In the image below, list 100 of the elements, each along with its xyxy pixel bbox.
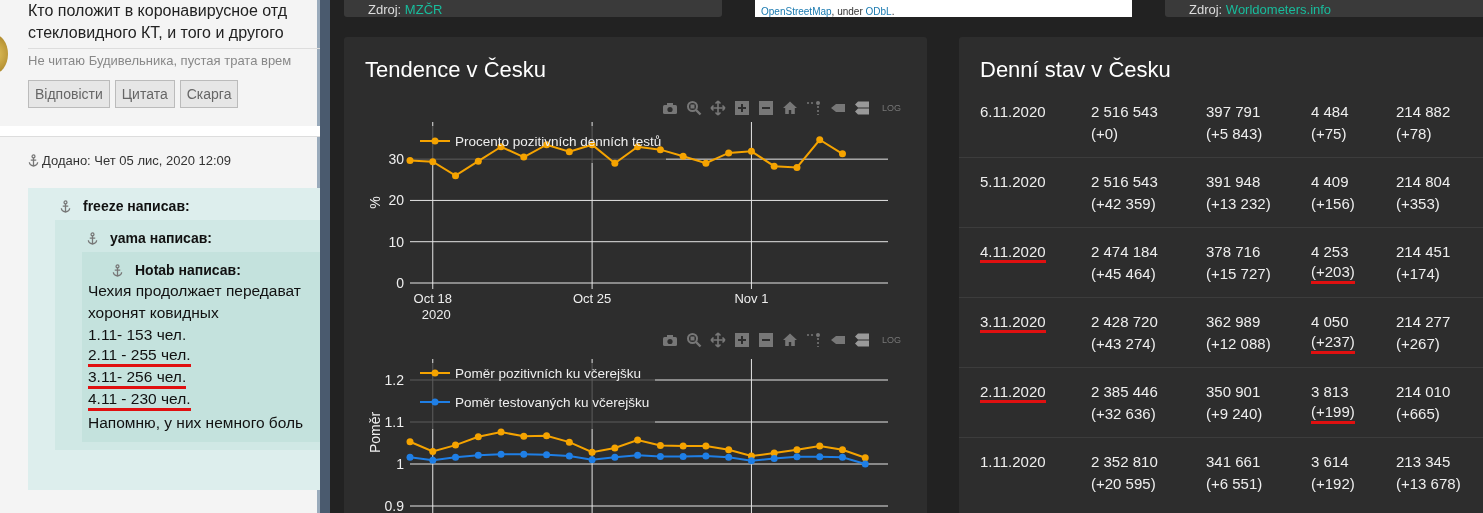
x-tick-label: 2020 [421,307,451,322]
data-point [520,432,528,440]
log-toggle[interactable]: LOG [882,335,901,345]
source-label: Zdroj: [1189,2,1223,17]
quote-author: freeze написав: [83,198,190,214]
quote-author: yama написав: [110,230,212,246]
post-action-button[interactable]: Цитата [114,80,175,108]
anchor-icon [87,231,98,245]
attribution-text: , under [831,6,864,17]
count-change: (+203) [1311,263,1355,284]
legend-swatch [419,369,451,377]
count-change: (+32 636) [1091,404,1156,424]
y-tick-label: 20 [388,192,404,209]
quote-line: Напомню, у них немного боль [88,413,304,433]
x-tick-label: Oct 18 [413,291,452,306]
post-date: Додано: Чет 05 лис, 2020 12:09 [42,153,232,168]
data-point [679,442,687,450]
data-point [725,149,733,157]
count-value: 2 516 543 [1091,102,1158,122]
move-icon[interactable] [710,100,726,116]
data-point [747,147,755,155]
quote-line: Чехия продолжает передават [88,281,301,301]
minus-icon[interactable] [758,332,774,348]
source-link[interactable]: MZČR [404,2,443,17]
data-point [497,428,505,436]
signature: Не читаю Будивельника, пустая трата врем [28,48,320,68]
count-change: (+13 232) [1206,194,1271,214]
count-value: 3 614 [1311,452,1349,472]
date-cell: 2.11.2020 [980,383,1046,403]
count-change: (+199) [1311,403,1355,424]
source-link[interactable]: Worldometers.info [1225,2,1332,17]
count-change: (+353) [1396,194,1440,214]
log-toggle[interactable]: LOG [882,103,901,113]
anchor-icon [28,154,39,167]
count-value: 3 813 [1311,382,1349,402]
data-point [702,442,710,450]
count-value: 341 661 [1206,452,1261,472]
stacked-tags-icon[interactable] [854,332,870,348]
y-tick-label: 10 [388,233,404,250]
move-icon[interactable] [710,332,726,348]
x-tick-label: Nov 1 [734,291,769,306]
count-change: (+156) [1311,194,1355,214]
quote-author: Hotab написав: [135,262,241,278]
data-point [474,433,482,441]
attribution-text: . [891,6,895,17]
y-axis-title: % [367,196,383,209]
source-label: Zdroj: [368,2,402,17]
data-point [429,158,437,166]
data-point [634,436,642,444]
plus-icon[interactable] [734,332,750,348]
spike-lines-icon[interactable] [806,332,822,348]
count-value: 4 409 [1311,172,1349,192]
stacked-tags-icon[interactable] [854,100,870,116]
count-value: 2 428 720 [1091,312,1158,332]
count-value: 397 791 [1206,102,1261,122]
legend-label[interactable]: Poměr pozitivních ku včerejšku [455,366,642,381]
count-change: (+6 551) [1206,474,1263,494]
camera-icon[interactable] [662,100,678,116]
anchor-icon [60,199,71,213]
spike-lines-icon[interactable] [806,100,822,116]
count-value: 378 716 [1206,242,1261,262]
magnifier-icon[interactable] [686,100,702,116]
count-value: 214 882 [1396,102,1451,122]
post-text: стекловидного КТ, и того и другого [28,23,285,43]
legend-swatch [419,137,451,145]
plus-icon[interactable] [734,100,750,116]
data-point [656,146,664,154]
attribution-link[interactable]: ODbL [865,6,892,17]
data-point [611,159,619,167]
data-point [452,441,459,449]
home-icon[interactable] [782,100,798,116]
data-point [679,452,687,460]
count-change: (+45 464) [1091,264,1156,284]
count-value: 2 352 810 [1091,452,1158,472]
legend-swatch [419,398,451,406]
count-value: 2 516 543 [1091,172,1158,192]
count-value: 214 277 [1396,312,1451,332]
quote-line: 1.11- 153 чел. [88,325,187,345]
attribution-link[interactable]: OpenStreetMap [761,6,832,17]
post-action-button[interactable]: Відповісти [28,80,110,108]
count-value: 214 804 [1396,172,1451,192]
count-change: (+267) [1396,334,1440,354]
camera-icon[interactable] [662,332,678,348]
date-cell: 1.11.2020 [980,453,1046,470]
data-point [702,159,710,167]
data-point [406,453,414,461]
data-point [793,163,801,171]
legend-label[interactable]: Procento pozitivních denních testů [455,134,662,149]
magnifier-icon[interactable] [686,332,702,348]
home-icon[interactable] [782,332,798,348]
count-change: (+15 727) [1206,264,1271,284]
data-point [656,442,664,449]
count-change: (+20 595) [1091,474,1156,494]
minus-icon[interactable] [758,100,774,116]
count-change: (+5 843) [1206,124,1263,144]
data-point [816,442,824,450]
legend-label[interactable]: Poměr testovaných ku včerejšku [455,395,650,410]
post-action-button[interactable]: Скарга [179,80,239,108]
count-value: 362 989 [1206,312,1261,332]
count-value: 4 484 [1311,102,1349,122]
